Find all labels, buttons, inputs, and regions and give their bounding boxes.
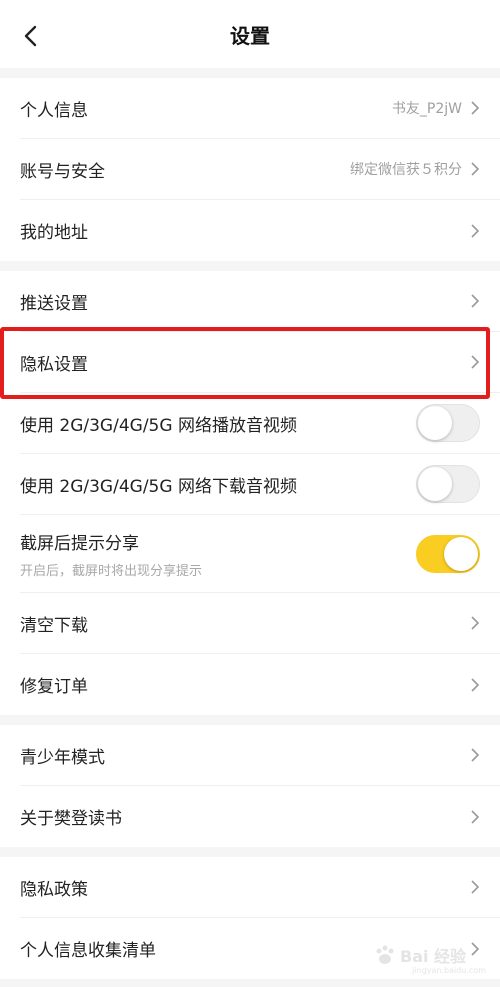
row-label: 修复订单 <box>20 677 88 697</box>
row-play-network: 使用 2G/3G/4G/5G 网络播放音视频 <box>20 393 500 454</box>
row-label: 个人信息收集清单 <box>20 941 156 961</box>
toggle-knob <box>418 406 452 440</box>
row-privacy-policy[interactable]: 隐私政策 <box>20 857 500 918</box>
row-label: 隐私设置 <box>20 354 88 375</box>
section-about: 青少年模式 关于樊登读书 <box>0 725 500 847</box>
download-network-toggle[interactable] <box>416 465 480 503</box>
page-title: 设置 <box>230 23 270 48</box>
row-label: 推送设置 <box>20 293 88 314</box>
row-label: 我的地址 <box>20 223 88 243</box>
row-personal-info[interactable]: 个人信息 书友_P2jW <box>20 78 500 139</box>
watermark-text: Bai 经验 <box>400 947 467 966</box>
watermark-url: jingyan.baidu.com <box>412 966 486 975</box>
row-value: 绑定微信获５积分 <box>350 162 462 178</box>
paw-icon <box>376 945 394 964</box>
watermark: Bai 经验 jingyan.baidu.com <box>374 937 494 975</box>
row-push-settings[interactable]: 推送设置 <box>20 271 500 332</box>
chevron-right-icon <box>471 677 480 692</box>
chevron-right-icon <box>471 809 480 824</box>
row-label: 账号与安全 <box>20 161 105 182</box>
row-label: 个人信息 <box>20 100 88 121</box>
row-label: 隐私政策 <box>20 879 88 900</box>
row-label: 截屏后提示分享 <box>20 533 139 554</box>
row-download-network: 使用 2G/3G/4G/5G 网络下载音视频 <box>20 454 500 515</box>
row-label: 清空下载 <box>20 615 88 636</box>
row-account-security[interactable]: 账号与安全 绑定微信获５积分 <box>20 139 500 200</box>
chevron-right-icon <box>471 616 480 630</box>
chevron-right-icon <box>471 162 480 176</box>
chevron-right-icon <box>471 294 480 308</box>
chevron-left-icon <box>24 25 37 47</box>
row-label: 使用 2G/3G/4G/5G 网络下载音视频 <box>20 476 297 497</box>
row-privacy-settings[interactable]: 隐私设置 <box>20 332 500 393</box>
row-label: 关于樊登读书 <box>20 809 122 829</box>
row-subtitle: 开启后，截屏时将出现分享提示 <box>20 563 203 579</box>
section-preferences: 推送设置 隐私设置 使用 2G/3G/4G/5G 网络播放音视频 使用 2G/3… <box>0 271 500 715</box>
chevron-right-icon <box>471 748 480 762</box>
chevron-right-icon <box>471 880 480 894</box>
section-account: 个人信息 书友_P2jW 账号与安全 绑定微信获５积分 我的地址 <box>0 78 500 261</box>
row-youth-mode[interactable]: 青少年模式 <box>20 725 500 786</box>
header: 设置 <box>0 0 500 68</box>
chevron-right-icon <box>471 223 480 238</box>
row-value: 书友_P2jW <box>391 101 462 117</box>
back-button[interactable] <box>20 24 44 48</box>
row-screenshot-share: 截屏后提示分享 开启后，截屏时将出现分享提示 <box>20 515 500 593</box>
row-label: 使用 2G/3G/4G/5G 网络播放音视频 <box>20 415 297 436</box>
toggle-knob <box>444 536 478 571</box>
chevron-right-icon <box>471 101 480 115</box>
row-label: 青少年模式 <box>20 747 105 768</box>
chevron-right-icon <box>471 355 480 369</box>
row-address[interactable]: 我的地址 <box>20 200 500 261</box>
row-repair-order[interactable]: 修复订单 <box>20 654 500 715</box>
toggle-knob <box>418 467 452 501</box>
screenshot-share-toggle[interactable] <box>416 534 480 573</box>
play-network-toggle[interactable] <box>416 404 480 442</box>
row-clear-download[interactable]: 清空下载 <box>20 593 500 654</box>
row-about[interactable]: 关于樊登读书 <box>20 786 500 847</box>
